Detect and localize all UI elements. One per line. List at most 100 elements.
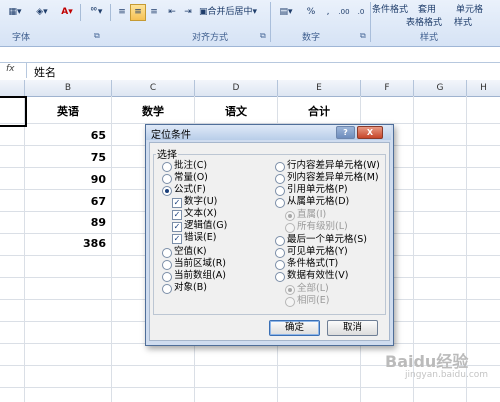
radio-right-8[interactable] [275,260,285,270]
help-button[interactable]: ? [336,126,355,139]
option-label-right-9[interactable]: 数据有效性(V) [287,270,348,282]
column-header-e[interactable]: E [278,80,361,96]
data-cell[interactable]: 67 [66,195,106,208]
column-header-f[interactable]: F [361,80,414,96]
radio-right-5 [285,223,295,233]
currency-icon[interactable]: ▤▾ [274,4,298,21]
ribbon: ▦▾ ◈▾ A▾ ᅇ▾ ≡ ≡ ≡ ⇤ ⇥ ▣合并后居中▾ ▤▾ % , .00… [0,0,500,47]
option-label-right-10: 全部(L) [297,283,329,294]
checkbox-left-4[interactable]: ✓ [172,210,182,220]
align-center-icon[interactable]: ≡ [130,4,146,21]
option-label-left-3[interactable]: 数字(U) [184,196,217,208]
option-label-right-0[interactable]: 行内容差异单元格(W) [287,160,380,172]
radio-right-0[interactable] [275,162,285,172]
radio-left-10[interactable] [162,284,172,294]
select-all-corner[interactable] [0,80,25,96]
decrease-decimal-button[interactable]: .0 [352,4,370,21]
checkbox-left-3[interactable]: ✓ [172,198,182,208]
data-cell[interactable]: 65 [66,129,106,142]
data-cell[interactable]: 89 [66,216,106,229]
option-label-left-5[interactable]: 逻辑值(G) [184,220,227,232]
radio-left-0[interactable] [162,162,172,172]
radio-right-2[interactable] [275,186,285,196]
radio-right-4 [285,211,295,221]
column-header-c[interactable]: C [112,80,195,96]
option-label-left-7[interactable]: 空值(K) [174,246,207,258]
checkbox-left-6[interactable]: ✓ [172,234,182,244]
fx-icon[interactable]: fx [6,64,15,74]
header-cell-total[interactable]: 合计 [278,103,360,119]
help-icon: ? [343,128,348,137]
align-right-icon[interactable]: ≡ [146,4,162,21]
radio-right-11 [285,297,295,307]
style-button[interactable]: 样式 [454,15,472,28]
column-header-d[interactable]: D [195,80,278,96]
option-label-left-8[interactable]: 当前区域(R) [174,258,226,270]
decrease-indent-icon[interactable]: ⇤ [164,4,180,21]
align-left-icon[interactable]: ≡ [114,4,130,21]
close-button[interactable]: X [357,126,383,139]
font-color-icon: A [61,7,69,17]
formula-divider [26,63,27,78]
header-cell-chinese[interactable]: 语文 [195,103,277,119]
increase-decimal-button[interactable]: .00 [334,4,354,21]
option-label-right-3[interactable]: 从属单元格(D) [287,196,349,208]
style-group-label: 样式 [420,33,439,43]
phonetic-icon[interactable]: ᅇ▾ [84,4,108,21]
ok-button[interactable]: 确定 [269,320,320,336]
radio-left-8[interactable] [162,260,172,270]
data-cell[interactable]: 386 [66,237,106,250]
checkbox-left-5[interactable]: ✓ [172,222,182,232]
radio-right-7[interactable] [275,248,285,258]
radio-right-6[interactable] [275,236,285,246]
radio-right-1[interactable] [275,174,285,184]
number-launcher-icon[interactable]: ⧉ [360,31,366,41]
cond-format-button[interactable]: 条件格式 [372,2,408,15]
formula-input[interactable]: 姓名 [34,64,56,80]
option-label-left-0[interactable]: 批注(C) [174,160,207,172]
column-header-b[interactable]: B [25,80,112,96]
option-label-left-2[interactable]: 公式(F) [174,184,206,196]
percent-button[interactable]: % [300,4,322,21]
radio-right-9[interactable] [275,272,285,282]
option-label-left-4[interactable]: 文本(X) [184,208,217,220]
cancel-button[interactable]: 取消 [327,320,378,336]
apply-label: 套用 [418,5,437,15]
option-label-right-8[interactable]: 条件格式(T) [287,258,338,270]
data-cell[interactable]: 90 [66,173,106,186]
format-painter-icon[interactable]: ▦▾ [4,4,26,21]
option-label-right-2[interactable]: 引用单元格(P) [287,184,348,196]
fill-color-icon[interactable]: ◈▾ [30,4,54,21]
radio-left-9[interactable] [162,272,172,282]
data-cell[interactable]: 75 [66,151,106,164]
align-launcher-icon[interactable]: ⧉ [260,31,266,41]
header-cell-math[interactable]: 数学 [112,103,194,119]
cell-style-button[interactable]: 单元格 [456,2,483,15]
option-label-left-6[interactable]: 错误(E) [184,232,216,244]
font-color-button[interactable]: A▾ [56,4,78,21]
option-label-right-6[interactable]: 最后一个单元格(S) [287,234,367,246]
option-label-left-10[interactable]: 对象(B) [174,282,207,294]
radio-right-3[interactable] [275,198,285,208]
comma-button[interactable]: , [322,4,334,21]
increase-indent-icon[interactable]: ⇥ [180,4,196,21]
active-cell[interactable] [0,96,27,127]
column-header-h[interactable]: H [467,80,500,96]
radio-left-2[interactable] [162,186,172,196]
font-launcher-icon[interactable]: ⧉ [94,31,100,41]
option-label-right-7[interactable]: 可见单元格(Y) [287,246,348,258]
radio-left-7[interactable] [162,248,172,258]
dialog-title: 定位条件 [151,130,191,141]
table-format-button[interactable]: 表格格式 [406,15,442,28]
radio-left-1[interactable] [162,174,172,184]
align-group-label: 对齐方式 [192,33,229,43]
column-header-g[interactable]: G [414,80,467,96]
header-cell-english[interactable]: 英语 [25,103,111,119]
option-label-left-1[interactable]: 常量(O) [174,172,208,184]
option-label-left-9[interactable]: 当前数组(A) [174,270,226,282]
option-label-right-5: 所有级别(L) [297,221,348,232]
merge-center-button[interactable]: ▣合并后居中▾ [198,4,268,21]
option-label-right-1[interactable]: 列内容差异单元格(M) [287,172,379,184]
close-icon: X [366,128,374,137]
watermark-url: jingyan.baidu.com [405,370,489,380]
